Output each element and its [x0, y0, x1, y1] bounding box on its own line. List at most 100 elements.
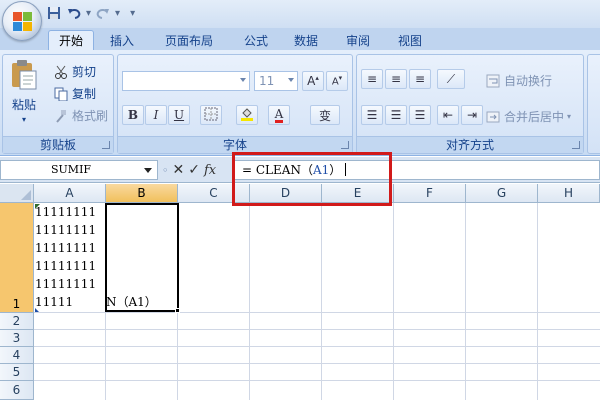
- ribbon-tabs: 开始 插入 页面布局 公式 数据 审阅 视图: [0, 28, 600, 50]
- alignment-group: ≡ ≡ ≡ ⟋ ☰ ☰ ☰ ⇤ ⇥ 自动换行 合并后居中 ▾ 对齐方式: [356, 54, 584, 154]
- copy-button[interactable]: 复制: [53, 85, 96, 102]
- tab-home[interactable]: 开始: [48, 30, 94, 50]
- cancel-icon[interactable]: ✕: [173, 162, 185, 178]
- borders-button[interactable]: [200, 105, 222, 125]
- row-header-5[interactable]: 5: [0, 364, 34, 381]
- tab-review[interactable]: 审阅: [338, 30, 378, 50]
- row-header-2[interactable]: 2: [0, 313, 34, 330]
- font-name-dropdown-icon: [240, 78, 246, 82]
- wrap-text-label: 自动换行: [504, 74, 553, 88]
- merge-dropdown-icon: ▾: [567, 112, 572, 121]
- redo-dropdown-icon[interactable]: ▾: [115, 8, 120, 19]
- fill-handle[interactable]: [175, 308, 180, 313]
- clipboard-group-label: 剪贴板: [3, 136, 113, 153]
- decrease-indent-button[interactable]: ⇤: [437, 105, 459, 125]
- redo-icon[interactable]: [95, 5, 111, 21]
- orientation-button[interactable]: ⟋: [437, 69, 465, 89]
- font-color-icon: A: [274, 106, 284, 123]
- ribbon: 粘贴 ▾ 剪切 复制 格式刷 剪贴板 11 A▴ A▾ B I U A 变 字体…: [0, 50, 600, 156]
- tab-page-layout[interactable]: 页面布局: [152, 30, 226, 50]
- clipboard-group: 粘贴 ▾ 剪切 复制 格式刷 剪贴板: [2, 54, 114, 154]
- undo-icon[interactable]: [66, 5, 82, 21]
- title-bar: ▾ ▾ ▾: [0, 0, 600, 28]
- align-center-button[interactable]: ☰: [385, 105, 407, 125]
- row-header-1[interactable]: 1: [0, 203, 34, 313]
- wrap-text-icon: [485, 73, 501, 89]
- alignment-launcher-icon[interactable]: [572, 141, 580, 149]
- increase-indent-button[interactable]: ⇥: [461, 105, 483, 125]
- row-header-4[interactable]: 4: [0, 347, 34, 364]
- customize-qat-icon[interactable]: ▾: [130, 8, 135, 19]
- gridline: [249, 203, 250, 400]
- column-header-a[interactable]: A: [34, 184, 106, 203]
- italic-button[interactable]: I: [145, 105, 167, 125]
- spreadsheet-grid[interactable]: A B C D E F G H 1 2 3 4 5 6 11111111 111…: [0, 184, 600, 400]
- gridline: [34, 329, 600, 330]
- column-header-b[interactable]: B: [106, 184, 178, 203]
- gridline: [393, 203, 394, 400]
- cell-a1[interactable]: 11111111 11111111 11111111 11111111 1111…: [35, 203, 105, 311]
- cut-button[interactable]: 剪切: [53, 63, 96, 80]
- tab-formulas[interactable]: 公式: [236, 30, 276, 50]
- borders-icon: [204, 107, 218, 124]
- insert-function-icon[interactable]: fx: [204, 163, 216, 178]
- row-header-3[interactable]: 3: [0, 330, 34, 347]
- grow-font-button[interactable]: A▴: [302, 71, 324, 91]
- decrease-indent-icon: ⇤: [442, 108, 454, 122]
- gridline: [321, 203, 322, 400]
- align-center-icon: ☰: [390, 108, 402, 122]
- align-middle-button[interactable]: ≡: [385, 69, 407, 89]
- column-header-g[interactable]: G: [466, 184, 538, 203]
- enter-icon[interactable]: ✓: [188, 162, 200, 178]
- gridline: [34, 312, 600, 313]
- underline-button[interactable]: U: [168, 105, 190, 125]
- name-box[interactable]: SUMIF: [0, 160, 158, 180]
- align-top-button[interactable]: ≡: [361, 69, 383, 89]
- fill-color-button[interactable]: [236, 105, 258, 125]
- font-size-combo[interactable]: 11: [254, 71, 298, 91]
- reference-corner-icon: [35, 308, 39, 312]
- clipboard-launcher-icon[interactable]: [102, 141, 110, 149]
- font-launcher-icon[interactable]: [341, 141, 349, 149]
- align-right-button[interactable]: ☰: [409, 105, 431, 125]
- office-button[interactable]: [2, 1, 42, 41]
- align-bottom-button[interactable]: ≡: [409, 69, 431, 89]
- select-all-corner[interactable]: [0, 184, 34, 203]
- phonetic-button[interactable]: 变: [310, 105, 340, 125]
- tab-data[interactable]: 数据: [286, 30, 326, 50]
- grow-font-icon: A▴: [307, 74, 319, 88]
- tab-insert[interactable]: 插入: [102, 30, 142, 50]
- gridline: [34, 346, 600, 347]
- orientation-icon: ⟋: [446, 71, 456, 86]
- cell-a1-line: 11111111: [35, 205, 97, 219]
- bold-button[interactable]: B: [122, 105, 144, 125]
- font-group: 11 A▴ A▾ B I U A 变 字体: [117, 54, 353, 154]
- merge-center-button[interactable]: 合并后居中 ▾: [485, 108, 571, 125]
- formula-highlight-box: [232, 152, 392, 206]
- cell-a1-line: 11111111: [35, 259, 97, 273]
- save-icon[interactable]: [46, 5, 62, 21]
- cell-a1-line: 11111111: [35, 241, 97, 255]
- formula-bar-resize-icon[interactable]: ◦: [162, 164, 169, 177]
- merge-center-label: 合并后居中: [504, 110, 565, 124]
- office-logo-icon: [13, 12, 33, 32]
- name-box-dropdown-icon[interactable]: [144, 168, 152, 173]
- column-header-f[interactable]: F: [394, 184, 466, 203]
- font-size-dropdown-icon: [288, 78, 294, 82]
- font-color-button[interactable]: A: [268, 105, 290, 125]
- gridline: [34, 363, 600, 364]
- align-right-icon: ☰: [414, 108, 426, 122]
- formula-bar-buttons: ◦ ✕ ✓ fx: [162, 160, 216, 180]
- column-header-h[interactable]: H: [538, 184, 600, 203]
- align-left-button[interactable]: ☰: [361, 105, 383, 125]
- font-name-combo[interactable]: [122, 71, 250, 91]
- align-top-icon: ≡: [366, 72, 378, 86]
- format-painter-button[interactable]: 格式刷: [53, 107, 108, 124]
- shrink-font-button[interactable]: A▾: [326, 71, 348, 91]
- wrap-text-button[interactable]: 自动换行: [485, 72, 552, 89]
- paste-button[interactable]: 粘贴 ▾: [9, 59, 39, 124]
- row-header-6[interactable]: 6: [0, 381, 34, 400]
- undo-dropdown-icon[interactable]: ▾: [86, 8, 91, 19]
- copy-icon: [53, 86, 69, 102]
- tab-view[interactable]: 视图: [390, 30, 430, 50]
